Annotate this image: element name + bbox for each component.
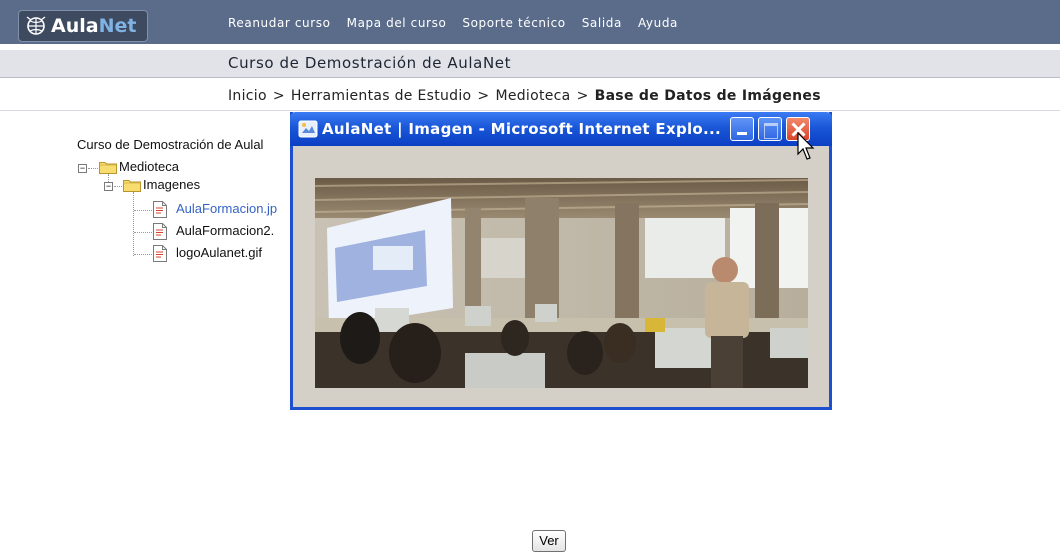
breadcrumb-study-tools[interactable]: Herramientas de Estudio <box>291 88 472 104</box>
collapse-toggle-imagenes[interactable]: − <box>104 182 113 191</box>
divider <box>0 110 1060 111</box>
ver-button[interactable]: Ver <box>532 530 566 552</box>
breadcrumb-media-library[interactable]: Medioteca <box>495 88 570 104</box>
breadcrumb-separator: > <box>272 88 285 104</box>
breadcrumb-separator: > <box>477 88 490 104</box>
tree-folder-medioteca[interactable]: Medioteca <box>119 158 179 176</box>
image-popup-window: AulaNet | Imagen - Microsoft Internet Ex… <box>290 112 832 410</box>
logo-text-net: Net <box>98 15 137 37</box>
globe-logo-icon <box>26 16 46 35</box>
top-nav-bar: AulaNet Reanudar curso Mapa del curso So… <box>0 0 1060 44</box>
nav-course-map[interactable]: Mapa del curso <box>347 16 447 30</box>
image-file-icon <box>153 245 167 262</box>
internet-explorer-icon <box>298 120 318 138</box>
popup-title: AulaNet | Imagen - Microsoft Internet Ex… <box>322 120 722 138</box>
tree-connector <box>134 232 152 233</box>
minimize-button[interactable] <box>730 117 754 141</box>
tree-connector <box>88 168 98 169</box>
course-title-bar: Curso de Demostración de AulaNet <box>0 50 1060 78</box>
tree-connector <box>114 186 122 187</box>
breadcrumb-home[interactable]: Inicio <box>228 88 267 104</box>
classroom-photo <box>315 178 808 388</box>
breadcrumb-separator: > <box>576 88 589 104</box>
tree-file-aulaformacion[interactable]: AulaFormacion.jp <box>176 200 277 218</box>
nav-exit[interactable]: Salida <box>582 16 622 30</box>
nav-tech-support[interactable]: Soporte técnico <box>462 16 565 30</box>
breadcrumb-current: Base de Datos de Imágenes <box>594 88 821 104</box>
image-file-icon <box>153 201 167 218</box>
course-title: Curso de Demostración de AulaNet <box>228 54 512 72</box>
image-file-icon <box>153 223 167 240</box>
logo-text-aula: Aula <box>51 15 99 37</box>
folder-icon <box>123 180 141 192</box>
classroom-photo-image <box>315 178 808 388</box>
tree-file-logoaulanet[interactable]: logoAulanet.gif <box>176 244 262 262</box>
folder-icon <box>99 162 117 174</box>
mouse-cursor-icon <box>797 132 815 160</box>
nav-resume-course[interactable]: Reanudar curso <box>228 16 331 30</box>
tree-connector <box>134 210 152 211</box>
tree-folder-imagenes[interactable]: Imagenes <box>143 176 200 194</box>
breadcrumb: Inicio > Herramientas de Estudio > Medioteca… <box>228 88 821 104</box>
main-nav: Reanudar curso Mapa del curso Soporte té… <box>228 16 694 30</box>
tree-file-aulaformacion2[interactable]: AulaFormacion2. <box>176 222 274 240</box>
popup-title-bar[interactable]: AulaNet | Imagen - Microsoft Internet Ex… <box>290 112 832 146</box>
collapse-toggle-medioteca[interactable]: − <box>78 164 87 173</box>
nav-help[interactable]: Ayuda <box>638 16 678 30</box>
tree-connector <box>134 254 152 255</box>
tree-root-label: Curso de Demostración de Aulal <box>77 137 264 152</box>
tree-connector <box>133 192 134 256</box>
maximize-button[interactable] <box>758 117 782 141</box>
aulanet-logo[interactable]: AulaNet <box>18 10 148 42</box>
